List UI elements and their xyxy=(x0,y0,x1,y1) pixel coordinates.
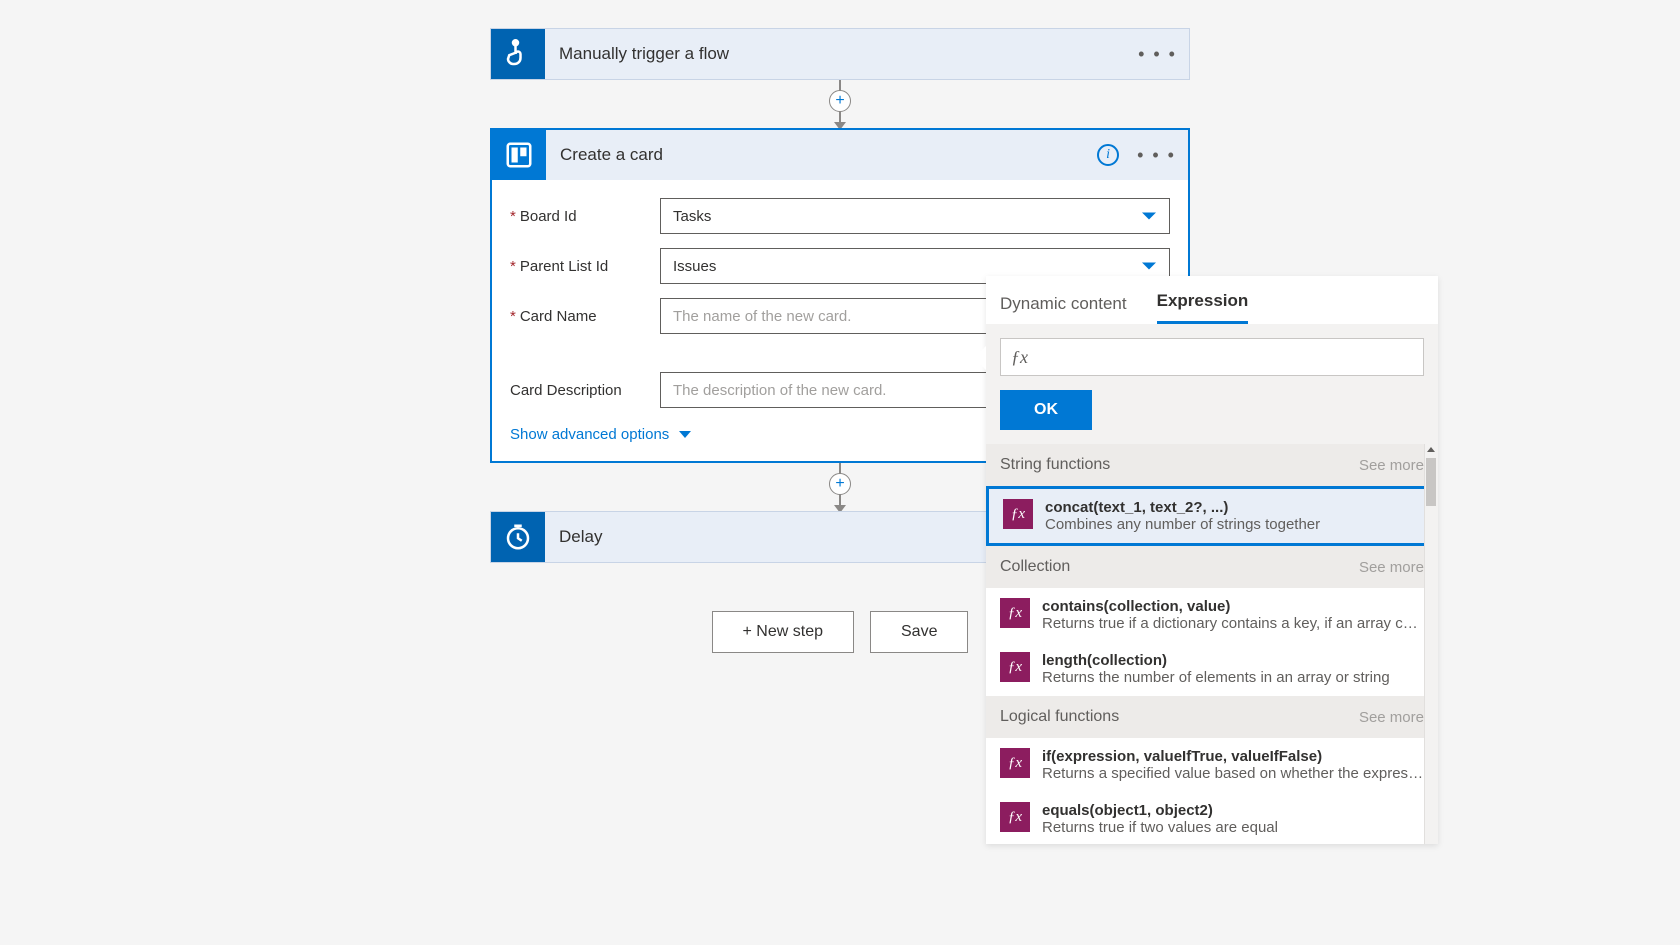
save-button[interactable]: Save xyxy=(870,611,968,653)
fx-icon: ƒx xyxy=(1000,748,1030,778)
chevron-down-icon xyxy=(679,431,691,438)
see-more-string[interactable]: See more xyxy=(1359,457,1424,474)
function-list[interactable]: String functions See more ƒx concat(text… xyxy=(986,444,1438,844)
clock-icon xyxy=(491,512,545,562)
fx-icon: ƒx xyxy=(1000,598,1030,628)
parent-list-id-label: *Parent List Id xyxy=(510,258,660,275)
create-card-step-header[interactable]: Create a card i • • • xyxy=(490,128,1190,180)
trigger-step[interactable]: Manually trigger a flow • • • xyxy=(490,28,1190,80)
section-collection: Collection See more xyxy=(986,546,1438,588)
function-if[interactable]: ƒx if(expression, valueIfTrue, valueIfFa… xyxy=(986,738,1438,792)
function-concat[interactable]: ƒx concat(text_1, text_2?, ...) Combines… xyxy=(986,486,1438,546)
tab-dynamic-content[interactable]: Dynamic content xyxy=(1000,294,1127,324)
scrollbar[interactable] xyxy=(1424,444,1438,844)
add-step-button[interactable]: + xyxy=(829,90,851,112)
create-card-menu-button[interactable]: • • • xyxy=(1137,145,1176,166)
new-step-button[interactable]: + New step xyxy=(712,611,854,653)
function-length[interactable]: ƒx length(collection) Returns the number… xyxy=(986,642,1438,696)
board-id-select[interactable]: Tasks xyxy=(660,198,1170,234)
trigger-title: Manually trigger a flow xyxy=(559,44,1124,64)
fx-icon: ƒx xyxy=(1003,499,1033,529)
trigger-menu-button[interactable]: • • • xyxy=(1138,44,1177,65)
fx-icon: ƒx xyxy=(1011,347,1028,368)
fx-icon: ƒx xyxy=(1000,802,1030,832)
create-card-title: Create a card xyxy=(560,145,1083,165)
trello-icon xyxy=(492,130,546,180)
see-more-collection[interactable]: See more xyxy=(1359,559,1424,576)
chevron-down-icon xyxy=(1142,263,1156,270)
board-id-label: *Board Id xyxy=(510,208,660,225)
connector: + xyxy=(490,80,1190,128)
expression-input[interactable]: ƒx xyxy=(1000,338,1424,376)
manual-trigger-icon xyxy=(491,29,545,79)
section-string-functions: String functions See more xyxy=(986,444,1438,486)
card-description-label: Card Description xyxy=(510,382,660,399)
expression-panel: Dynamic content Expression ƒx OK String … xyxy=(986,276,1438,844)
function-contains[interactable]: ƒx contains(collection, value) Returns t… xyxy=(986,588,1438,642)
add-step-button[interactable]: + xyxy=(829,473,851,495)
tab-expression[interactable]: Expression xyxy=(1157,291,1249,324)
fx-icon: ƒx xyxy=(1000,652,1030,682)
card-name-label: *Card Name xyxy=(510,308,660,325)
chevron-down-icon xyxy=(1142,213,1156,220)
section-logical-functions: Logical functions See more xyxy=(986,696,1438,738)
function-equals[interactable]: ƒx equals(object1, object2) Returns true… xyxy=(986,792,1438,844)
ok-button[interactable]: OK xyxy=(1000,390,1092,430)
see-more-logical[interactable]: See more xyxy=(1359,709,1424,726)
info-icon[interactable]: i xyxy=(1097,144,1119,166)
